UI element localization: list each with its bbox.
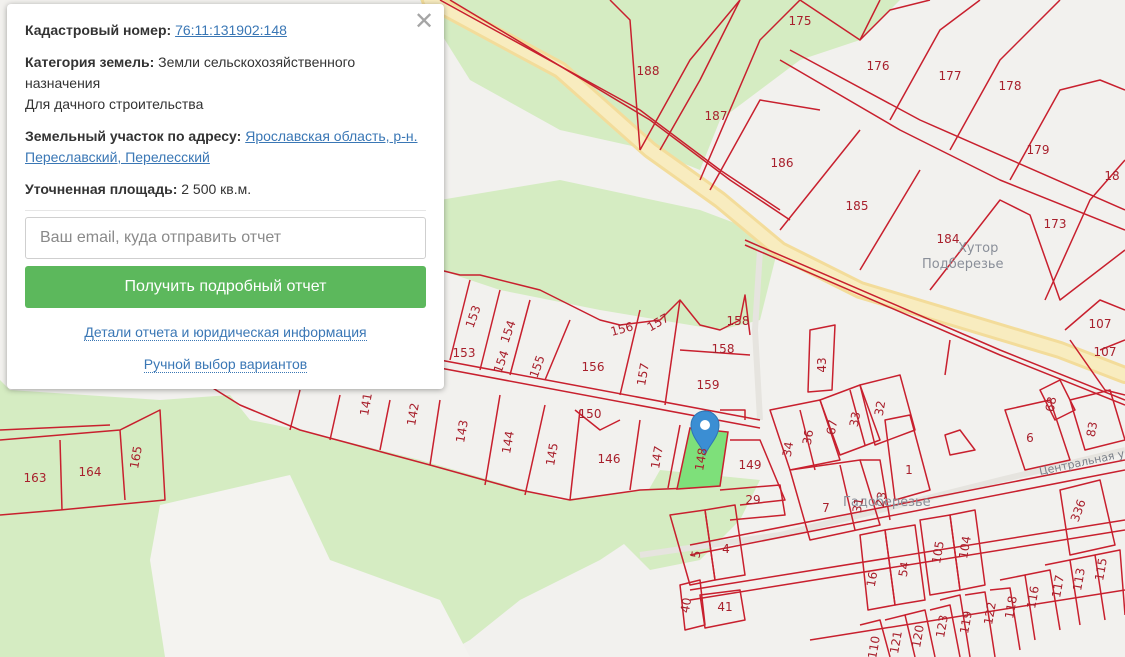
report-details-link-text: Детали отчета и юридическая информация [84,324,367,341]
email-input[interactable] [25,217,426,259]
plot-number-label: 164 [79,465,102,479]
plot-number-label: 34 [780,441,796,458]
plot-number-label: 186 [771,156,794,170]
plot-number-label: 122 [981,601,999,626]
place-label-khutor: Хутор [958,241,998,256]
plot-number-label: 29 [745,493,760,507]
cadastral-number-link[interactable]: 76:11:131902:148 [175,22,287,38]
plot-number-label: 150 [579,407,602,421]
plot-number-label: 184 [937,232,960,246]
plot-number-label: 107 [1089,317,1112,331]
land-category-row: Категория земель: Земли сельскохозяйстве… [25,52,426,115]
plot-number-label: 156 [609,319,635,338]
plot-number-label: 185 [846,199,869,213]
plot-number-label: 23 [873,491,889,508]
plot-number-label: 104 [956,535,974,560]
address-row: Земельный участок по адресу: Ярославская… [25,126,426,168]
plot-number-label: 105 [929,540,947,565]
plot-number-label: 173 [1044,217,1067,231]
plot-number-label: 146 [598,452,621,466]
plot-number-label: 4 [722,542,730,556]
plot-number-label: 143 [453,419,471,444]
plot-number-label: 144 [499,430,517,455]
plot-number-label: 107 [1094,345,1117,359]
plot-number-label: 36 [800,429,816,446]
plot-number-label: 336 [1068,497,1089,523]
plot-number-label: 83 [1084,421,1100,438]
plot-number-label: 155 [527,353,548,379]
plot-number-label: 163 [24,471,47,485]
report-details-link[interactable]: Детали отчета и юридическая информация [25,324,426,341]
address-label: Земельный участок по адресу: [25,128,242,144]
plot-number-label: 116 [1024,585,1042,610]
plot-number-label: 179 [1027,143,1050,157]
plot-number-label: 176 [867,59,890,73]
plot-number-label: 187 [705,109,728,123]
plot-number-label: 153 [463,303,484,329]
plot-number-label: 154 [491,348,512,374]
land-category-label: Категория земель: [25,54,155,70]
plot-number-label: 6 [1026,431,1034,445]
divider [25,210,426,211]
plot-number-label: 175 [789,14,812,28]
plot-number-label: 178 [999,79,1022,93]
plot-number-label: 154 [498,318,519,344]
plot-number-label: 123 [933,614,951,639]
cadastral-number-row: Кадастровый номер: 76:11:131902:148 [25,20,426,41]
manual-selection-link-text: Ручной выбор вариантов [143,356,308,373]
plot-number-label: 177 [939,69,962,83]
area-row: Уточненная площадь: 2 500 кв.м. [25,179,426,200]
plot-number-label: 157 [634,362,652,387]
parcel-info-popup: ✕ Кадастровый номер: 76:11:131902:148 Ка… [7,4,444,389]
get-report-button[interactable]: Получить подробный отчет [25,266,426,308]
plot-number-label: 145 [543,442,561,467]
plot-number-label: 54 [896,561,912,578]
plot-number-label: 67 [824,419,840,436]
plot-number-label: 158 [712,342,735,356]
plot-number-label: 120 [909,624,927,649]
plot-number-label: 119 [957,610,975,635]
plot-number-label: 18 [1104,169,1119,183]
area-label: Уточненная площадь: [25,181,178,197]
plot-number-label: 68 [1043,396,1059,413]
area-value: 2 500 кв.м. [181,181,252,197]
plot-number-label: 32 [872,400,888,417]
plot-number-label: 149 [739,458,762,472]
plot-number-label: 156 [582,360,605,374]
plot-number-label: 142 [404,402,422,427]
plot-number-label: 115 [1092,557,1110,582]
plot-number-label: 147 [648,445,666,470]
plot-number-label: 16 [864,571,880,588]
plot-number-label: 110 [865,635,883,657]
plot-number-label: 33 [847,411,863,428]
plot-number-label: 121 [887,630,905,655]
manual-selection-link[interactable]: Ручной выбор вариантов [25,356,426,373]
plot-number-label: 118 [1002,595,1020,620]
plot-number-label: 40 [678,597,694,614]
plot-number-label: 117 [1049,574,1067,599]
plot-number-label: 158 [727,314,750,328]
plot-number-label: 7 [822,501,830,515]
plot-number-label: 41 [717,600,732,614]
cadastral-number-label: Кадастровый номер: [25,22,172,38]
plot-number-label: 43 [815,357,829,372]
plot-number-label: 31 [850,497,866,514]
land-usage-value: Для дачного строительства [25,96,204,112]
plot-number-label: 188 [637,64,660,78]
place-label-podberezye: Подберезье [922,257,1004,272]
close-icon[interactable]: ✕ [414,9,434,33]
plot-number-label: 1 [905,463,913,477]
plot-number-label: 113 [1070,567,1088,592]
plot-number-label: 141 [357,392,375,417]
plot-number-label: 159 [697,378,720,392]
plot-number-label: 153 [453,346,476,360]
